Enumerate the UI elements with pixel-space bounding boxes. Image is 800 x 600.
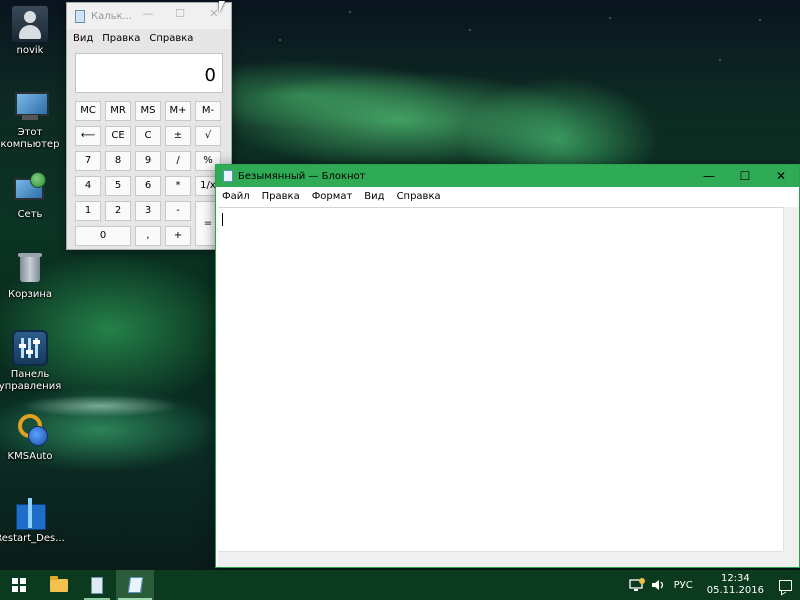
notepad-menu-file[interactable]: Файл (222, 191, 250, 202)
desktop-icon-label: Сеть (17, 209, 43, 220)
key-5[interactable]: 5 (105, 176, 131, 196)
notepad-menu-view[interactable]: Вид (364, 191, 384, 202)
desktop-icon-label: Панель управления (0, 369, 62, 392)
calculator-icon (75, 9, 85, 23)
key-backspace[interactable]: ⟵ (75, 126, 101, 146)
key-1[interactable]: 1 (75, 201, 101, 221)
control-panel-icon (12, 330, 48, 366)
user-folder-icon (12, 6, 48, 42)
taskbar: РУС 12:34 05.11.2016 (0, 570, 800, 600)
system-tray: РУС 12:34 05.11.2016 (626, 570, 800, 600)
desktop-icon-network[interactable]: Сеть (0, 170, 65, 221)
notepad-title: Безымянный — Блокнот (238, 170, 366, 182)
key-minus[interactable]: - (165, 201, 191, 221)
key-8[interactable]: 8 (105, 151, 131, 171)
taskbar-calculator-button[interactable] (78, 570, 116, 600)
action-center-button[interactable] (770, 570, 800, 600)
desktop-icon-label: Корзина (7, 289, 53, 300)
key-m-minus[interactable]: M- (195, 101, 221, 121)
desktop-icon-this-pc[interactable]: Этот компьютер (0, 88, 65, 151)
key-m-plus[interactable]: M+ (165, 101, 191, 121)
key-decimal[interactable]: , (135, 226, 161, 246)
notepad-horizontal-scrollbar[interactable] (218, 551, 783, 567)
notepad-resize-grip[interactable] (783, 551, 799, 567)
taskbar-notepad-button[interactable] (116, 570, 154, 600)
notepad-window[interactable]: Безымянный — Блокнот — ☐ ✕ Файл Правка Ф… (215, 164, 800, 568)
key-6[interactable]: 6 (135, 176, 161, 196)
key-sqrt[interactable]: √ (195, 126, 221, 146)
tray-language-indicator[interactable]: РУС (674, 580, 693, 591)
desktop-icon-restart-desktop[interactable]: Restart_Des... (0, 494, 65, 545)
notepad-icon (223, 170, 233, 182)
tray-volume-icon[interactable] (650, 577, 668, 593)
text-caret (222, 213, 223, 226)
network-icon (12, 170, 48, 206)
key-3[interactable]: 3 (135, 201, 161, 221)
notepad-text-area[interactable] (218, 207, 783, 551)
calculator-icon (91, 576, 103, 594)
notepad-close-button[interactable]: ✕ (763, 165, 799, 187)
desktop-icon-control-panel[interactable]: Панель управления (0, 330, 65, 393)
key-divide[interactable]: / (165, 151, 191, 171)
notepad-menu-edit[interactable]: Правка (262, 191, 300, 202)
desktop-icon-label: KMSAuto (7, 451, 53, 462)
key-c[interactable]: C (135, 126, 161, 146)
key-ce[interactable]: CE (105, 126, 131, 146)
key-7[interactable]: 7 (75, 151, 101, 171)
mouse-cursor-icon (219, 1, 225, 13)
key-mr[interactable]: MR (105, 101, 131, 121)
kmsauto-icon (12, 412, 48, 448)
notepad-vertical-scrollbar[interactable] (783, 207, 799, 551)
calculator-minimize-button[interactable]: — (139, 7, 157, 20)
key-9[interactable]: 9 (135, 151, 161, 171)
notification-icon (778, 579, 792, 591)
calculator-display-value: 0 (204, 65, 216, 86)
notepad-menubar: Файл Правка Формат Вид Справка (216, 187, 799, 205)
taskbar-explorer-button[interactable] (40, 570, 78, 600)
desktop-icon-label: Restart_Des... (0, 533, 65, 544)
calculator-menu-help[interactable]: Справка (149, 33, 193, 44)
notepad-icon (127, 577, 143, 593)
start-button[interactable] (0, 570, 38, 600)
notepad-maximize-button[interactable]: ☐ (727, 165, 763, 187)
tray-clock[interactable]: 12:34 05.11.2016 (707, 573, 764, 597)
desktop-icon-novik[interactable]: novik (0, 6, 65, 57)
desktop-icon-recycle-bin[interactable]: Корзина (0, 250, 65, 301)
clock-time: 12:34 (720, 573, 750, 584)
clock-date: 05.11.2016 (706, 585, 764, 596)
key-mc[interactable]: MC (75, 101, 101, 121)
calculator-window[interactable]: Кальк... — ☐ ✕ Вид Правка Справка 0 MC M… (66, 2, 232, 250)
desktop-icon-label: novik (16, 45, 44, 56)
notepad-minimize-button[interactable]: — (691, 165, 727, 187)
windows-logo-icon (12, 578, 26, 592)
recycle-bin-icon (12, 250, 48, 286)
tray-network-icon[interactable] (628, 577, 646, 593)
calculator-maximize-button[interactable]: ☐ (171, 7, 189, 20)
key-plus-minus[interactable]: ± (165, 126, 191, 146)
desktop-icon-kmsauto[interactable]: KMSAuto (0, 412, 65, 463)
computer-icon (12, 88, 49, 124)
notepad-menu-help[interactable]: Справка (397, 191, 441, 202)
calculator-menubar: Вид Правка Справка (67, 29, 231, 47)
desktop-icon-label: Этот компьютер (0, 127, 60, 150)
key-0[interactable]: 0 (75, 226, 131, 246)
gift-box-icon (12, 494, 48, 530)
key-multiply[interactable]: * (165, 176, 191, 196)
notepad-menu-format[interactable]: Формат (312, 191, 353, 202)
calculator-display: 0 (75, 53, 223, 93)
calculator-titlebar[interactable]: Кальк... — ☐ ✕ (67, 3, 231, 29)
calculator-menu-edit[interactable]: Правка (102, 33, 140, 44)
calculator-menu-view[interactable]: Вид (73, 33, 93, 44)
notepad-titlebar[interactable]: Безымянный — Блокнот — ☐ ✕ (216, 165, 799, 187)
key-4[interactable]: 4 (75, 176, 101, 196)
folder-icon (50, 575, 68, 592)
calculator-title: Кальк... (91, 10, 133, 22)
key-plus[interactable]: + (165, 226, 191, 246)
key-ms[interactable]: MS (135, 101, 161, 121)
key-2[interactable]: 2 (105, 201, 131, 221)
